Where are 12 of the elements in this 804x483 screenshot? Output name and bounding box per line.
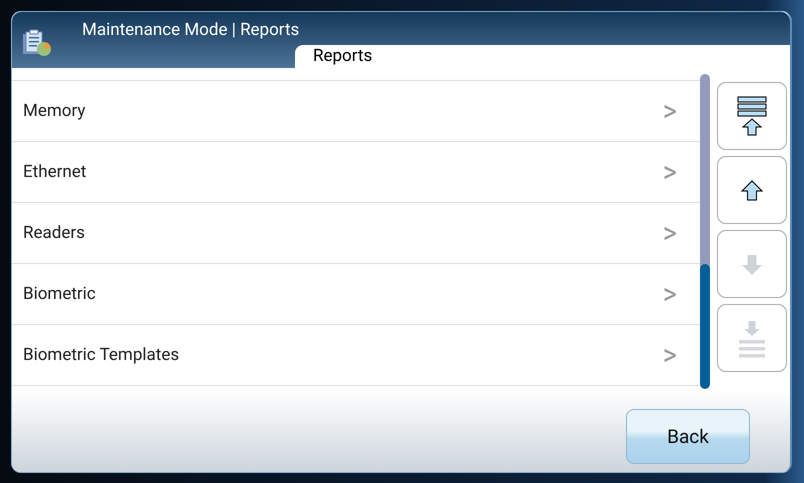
- scroll-up-button[interactable]: [717, 156, 787, 224]
- list-item[interactable]: Readers >: [12, 202, 700, 263]
- scrollbar[interactable]: [700, 74, 710, 389]
- scroll-top-button[interactable]: [717, 82, 787, 150]
- clipboard-chart-icon: [22, 28, 52, 58]
- list-item[interactable]: Ethernet >: [12, 141, 700, 202]
- back-button[interactable]: Back: [626, 409, 750, 464]
- list-item[interactable]: Biometric >: [12, 263, 700, 324]
- list-item[interactable]: Memory >: [12, 80, 700, 141]
- list-item[interactable]: Biometric Templates >: [12, 324, 700, 386]
- tab[interactable]: Reports: [295, 45, 790, 68]
- window-title: Maintenance Mode | Reports: [82, 20, 300, 42]
